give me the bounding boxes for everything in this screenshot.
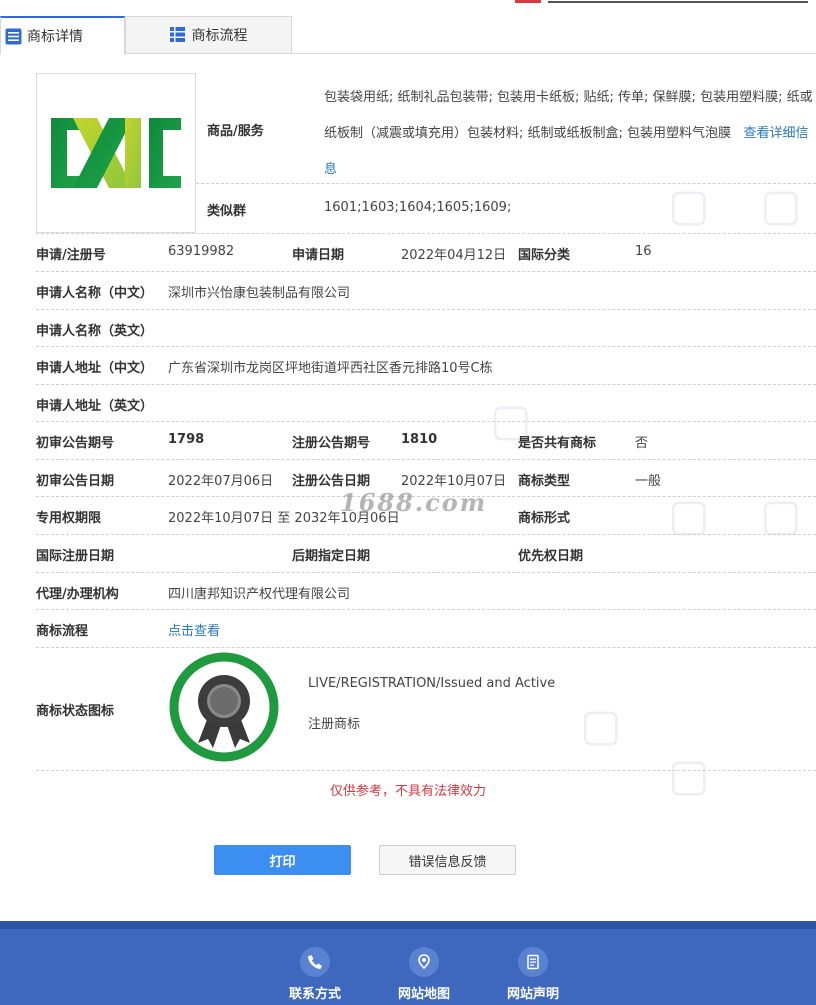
tab-bar: 商标详情 商标流程: [0, 16, 816, 55]
status-en-text: LIVE/REGISTRATION/Issued and Active: [308, 676, 556, 691]
status-icon-label: 商标状态图标: [36, 704, 115, 719]
error-feedback-button[interactable]: 错误信息反馈: [379, 845, 516, 875]
phone-icon: [300, 947, 330, 977]
address-cn-label: 申请人地址（中文）: [36, 361, 154, 376]
shared-value: 否: [635, 436, 649, 451]
trademark-logo-image: [36, 73, 196, 233]
prelim-issue-value: 1798: [168, 432, 205, 447]
footer-statement-link[interactable]: 网站声明: [488, 947, 578, 1002]
applicant-cn-value: 深圳市兴怡康包装制品有限公司: [168, 286, 351, 301]
reg-issue-label: 注册公告期号: [292, 436, 371, 451]
address-cn-value: 广东省深圳市龙岗区坪地街道坪西社区香元排路10号C栋: [168, 361, 493, 376]
reg-date-value: 2022年10月07日: [401, 474, 507, 489]
goods-text: 包装袋用纸; 纸制礼品包装带; 包装用卡纸板; 贴纸; 传单; 保鲜膜; 包装用…: [324, 90, 813, 141]
divider: [36, 233, 816, 234]
later-designation-label: 后期指定日期: [292, 549, 371, 564]
map-pin-icon: [409, 947, 439, 977]
agent-value: 四川唐邦知识产权代理有限公司: [168, 587, 351, 602]
tab-trademark-process[interactable]: 商标流程: [125, 16, 292, 54]
goods-label: 商品/服务: [207, 124, 264, 139]
divider: [36, 271, 816, 272]
registered-badge-icon: [168, 651, 280, 763]
shared-label: 是否共有商标: [518, 436, 597, 451]
disclaimer-notice: 仅供参考，不具有法律效力: [329, 784, 486, 799]
top-dark-line: [548, 1, 808, 3]
footer-contact-link[interactable]: 联系方式: [270, 947, 360, 1002]
background-watermark: ▢: [580, 700, 622, 751]
divider: [36, 534, 816, 535]
mark-form-label: 商标形式: [518, 511, 571, 526]
footer-label: 网站地图: [397, 987, 450, 1002]
exclusive-period-value: 2022年10月07日 至 2032年10月06日: [168, 511, 400, 526]
divider: [36, 647, 816, 648]
status-cn-text: 注册商标: [308, 717, 361, 732]
process-label: 商标流程: [36, 624, 89, 639]
footer-label: 联系方式: [288, 987, 341, 1002]
divider: [36, 770, 816, 771]
similar-group-value: 1601;1603;1604;1605;1609;: [324, 200, 512, 215]
divider: [36, 459, 816, 460]
footer-sitemap-link[interactable]: 网站地图: [379, 947, 469, 1002]
divider: [36, 421, 816, 422]
tab-label: 商标详情: [27, 29, 83, 45]
reg-no-label: 申请/注册号: [36, 248, 106, 263]
top-red-marker: [515, 0, 541, 3]
intl-class-value: 16: [635, 244, 652, 259]
prelim-date-value: 2022年07月06日: [168, 474, 274, 489]
divider: [36, 572, 816, 573]
priority-date-label: 优先权日期: [518, 549, 584, 564]
goods-list: 包装袋用纸; 纸制礼品包装带; 包装用卡纸板; 贴纸; 传单; 保鲜膜; 包装用…: [324, 80, 814, 188]
intl-class-label: 国际分类: [518, 248, 571, 263]
divider: [36, 384, 816, 385]
exclusive-period-label: 专用权期限: [36, 511, 102, 526]
divider: [36, 346, 816, 347]
apply-date-value: 2022年04月12日: [401, 248, 507, 263]
mark-type-label: 商标类型: [518, 474, 571, 489]
list-icon: [5, 28, 22, 45]
reg-issue-value: 1810: [401, 432, 438, 447]
tab-trademark-details[interactable]: 商标详情: [0, 16, 125, 55]
site-footer: 联系方式 网站地图 网站声明: [0, 921, 816, 1005]
agent-label: 代理/办理机构: [36, 587, 119, 602]
tab-label: 商标流程: [191, 28, 248, 44]
top-strip: [0, 0, 816, 4]
process-view-link[interactable]: 点击查看: [168, 620, 220, 639]
similar-group-label: 类似群: [207, 204, 247, 219]
applicant-en-label: 申请人名称（英文）: [36, 324, 154, 339]
intl-reg-date-label: 国际注册日期: [36, 549, 115, 564]
reg-no-value: 63919982: [168, 244, 235, 259]
prelim-date-label: 初审公告日期: [36, 474, 115, 489]
grid-icon: [169, 26, 187, 44]
document-icon: [518, 947, 548, 977]
apply-date-label: 申请日期: [292, 248, 345, 263]
applicant-cn-label: 申请人名称（中文）: [36, 286, 154, 301]
mark-type-value: 一般: [635, 474, 662, 489]
address-en-label: 申请人地址（英文）: [36, 399, 154, 414]
footer-label: 网站声明: [506, 987, 559, 1002]
divider: [196, 183, 816, 184]
divider: [36, 309, 816, 310]
print-button[interactable]: 打印: [214, 845, 351, 875]
divider: [36, 609, 816, 610]
prelim-issue-label: 初审公告期号: [36, 436, 115, 451]
reg-date-label: 注册公告日期: [292, 474, 371, 489]
